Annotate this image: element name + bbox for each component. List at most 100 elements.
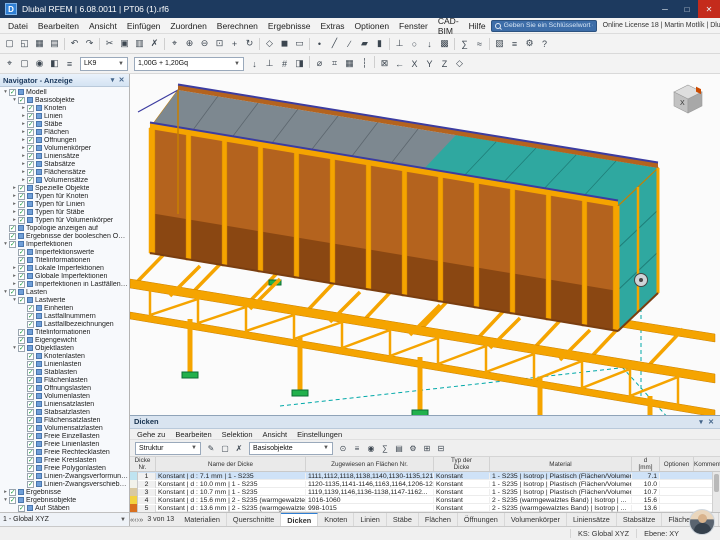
tree-item-stabsatzlasten[interactable]: ▸✓Stabsatzlasten bbox=[0, 408, 129, 416]
load-combination-description-select[interactable]: 1,00G + 1,20Gq▼ bbox=[134, 57, 244, 71]
zoom-window-icon[interactable]: ⊡ bbox=[212, 36, 227, 52]
checkbox-icon[interactable]: ✓ bbox=[27, 481, 34, 488]
maximize-button[interactable]: □ bbox=[676, 0, 698, 18]
filter-icon[interactable]: ≡ bbox=[62, 56, 77, 72]
show-loads-icon[interactable]: ↓ bbox=[247, 56, 262, 72]
table-tab-dicken[interactable]: Dicken bbox=[281, 513, 318, 526]
tree-item-objektlasten[interactable]: ▾✓Objektlasten bbox=[0, 344, 129, 352]
checkbox-icon[interactable]: ✓ bbox=[18, 185, 25, 192]
save-file-icon[interactable]: ▦ bbox=[32, 36, 47, 52]
menu-optionen[interactable]: Optionen bbox=[350, 18, 395, 33]
tree-item-lasten[interactable]: ▾✓Lasten bbox=[0, 288, 129, 296]
menu-ergebnisse[interactable]: Ergebnisse bbox=[263, 18, 316, 33]
table-tab-knoten[interactable]: Knoten bbox=[318, 513, 354, 526]
table-settings-icon[interactable]: ⚙ bbox=[406, 441, 420, 455]
cut-icon[interactable]: ✂ bbox=[102, 36, 117, 52]
tree-item-freie-einzellasten[interactable]: ▸✓Freie Einzellasten bbox=[0, 432, 129, 440]
member-icon[interactable]: ∕ bbox=[342, 36, 357, 52]
coordinate-system-select[interactable]: 1 - Global XYZ▼ bbox=[0, 512, 130, 526]
sum-icon[interactable]: ∑ bbox=[378, 441, 392, 455]
new-file-icon[interactable]: ▢ bbox=[2, 36, 17, 52]
tree-item-imperfektionen-in-lastf-llen-und-kombinat[interactable]: ▸✓Imperfektionen in Lastfällen und Kombi… bbox=[0, 280, 129, 288]
expand-open-icon[interactable]: ▾ bbox=[2, 89, 9, 95]
checkbox-icon[interactable]: ✓ bbox=[18, 281, 25, 288]
checkbox-icon[interactable]: ✓ bbox=[9, 225, 16, 232]
display-panel-icon[interactable]: ◨ bbox=[292, 56, 307, 72]
expand-open-icon[interactable]: ▾ bbox=[11, 97, 18, 103]
checkbox-icon[interactable]: ✓ bbox=[27, 393, 34, 400]
expand-closed-icon[interactable]: ▸ bbox=[11, 281, 18, 287]
checkbox-icon[interactable]: ✓ bbox=[27, 409, 34, 416]
expand-closed-icon[interactable]: ▸ bbox=[11, 185, 18, 191]
checkbox-icon[interactable]: ✓ bbox=[27, 449, 34, 456]
tables-icon[interactable]: ▧ bbox=[492, 36, 507, 52]
view-y-icon[interactable]: Y bbox=[422, 56, 437, 72]
calculate-icon[interactable]: ∑ bbox=[457, 36, 472, 52]
checkbox-icon[interactable]: ✓ bbox=[27, 401, 34, 408]
close-icon[interactable]: ✕ bbox=[706, 418, 716, 426]
checkbox-icon[interactable]: ✓ bbox=[18, 249, 25, 256]
checkbox-icon[interactable]: ✓ bbox=[27, 153, 34, 160]
search-table-icon[interactable]: ⊙ bbox=[336, 441, 350, 455]
tree-item-typen-f-r-knoten[interactable]: ▸✓Typen für Knoten bbox=[0, 192, 129, 200]
dicken-menu-gehe-zu[interactable]: Gehe zu bbox=[132, 429, 170, 440]
tree-item-liniens-tze[interactable]: ▸✓Liniensätze bbox=[0, 152, 129, 160]
menu-zuordnen[interactable]: Zuordnen bbox=[165, 18, 211, 33]
pin-icon[interactable]: ▾ bbox=[696, 418, 706, 426]
checkbox-icon[interactable]: ✓ bbox=[18, 337, 25, 344]
previous-view-icon[interactable]: ← bbox=[392, 56, 407, 72]
base-objects-select[interactable]: Basisobjekte▼ bbox=[249, 442, 333, 455]
redo-icon[interactable]: ↷ bbox=[82, 36, 97, 52]
checkbox-icon[interactable]: ✓ bbox=[27, 465, 34, 472]
tree-item-volumenk-rper[interactable]: ▸✓Volumenkörper bbox=[0, 144, 129, 152]
zoom-out-icon[interactable]: ⊖ bbox=[197, 36, 212, 52]
checkbox-icon[interactable]: ✓ bbox=[27, 377, 34, 384]
checkbox-icon[interactable]: ✓ bbox=[18, 209, 25, 216]
table-tab-volumenk-rper[interactable]: Volumenkörper bbox=[505, 513, 567, 526]
checkbox-icon[interactable]: ✓ bbox=[27, 177, 34, 184]
expand-closed-icon[interactable]: ▸ bbox=[20, 129, 27, 135]
line-icon[interactable]: ╱ bbox=[327, 36, 342, 52]
checkbox-icon[interactable]: ✓ bbox=[18, 257, 25, 264]
view-x-icon[interactable]: X bbox=[407, 56, 422, 72]
checkbox-icon[interactable]: ✓ bbox=[27, 353, 34, 360]
wireframe-mode-icon[interactable]: ▭ bbox=[292, 36, 307, 52]
dicken-menu-einstellungen[interactable]: Einstellungen bbox=[292, 429, 347, 440]
checkbox-icon[interactable]: ✓ bbox=[9, 489, 16, 496]
checkbox-icon[interactable]: ✓ bbox=[18, 273, 25, 280]
checkbox-icon[interactable]: ✓ bbox=[18, 217, 25, 224]
close-button[interactable]: ✕ bbox=[698, 0, 720, 18]
measure-icon[interactable]: ⌀ bbox=[312, 56, 327, 72]
tree-item-spezielle-objekte[interactable]: ▸✓Spezielle Objekte bbox=[0, 184, 129, 192]
tree-item-knoten[interactable]: ▸✓Knoten bbox=[0, 104, 129, 112]
tree-item-imperfektionswerte[interactable]: ▸✓Imperfektionswerte bbox=[0, 248, 129, 256]
tree-item-typen-f-r-linien[interactable]: ▸✓Typen für Linien bbox=[0, 200, 129, 208]
user-avatar[interactable] bbox=[689, 509, 715, 535]
checkbox-icon[interactable]: ✓ bbox=[27, 145, 34, 152]
expand-open-icon[interactable]: ▾ bbox=[2, 241, 9, 247]
rotate-view-icon[interactable]: ↻ bbox=[242, 36, 257, 52]
view-z-icon[interactable]: Z bbox=[437, 56, 452, 72]
tree-item-imperfektionen[interactable]: ▾✓Imperfektionen bbox=[0, 240, 129, 248]
expand-closed-icon[interactable]: ▸ bbox=[11, 201, 18, 207]
collapse-all-icon[interactable]: ⊟ bbox=[434, 441, 448, 455]
expand-all-icon[interactable]: ⊞ bbox=[420, 441, 434, 455]
print-icon[interactable]: ▤ bbox=[47, 36, 62, 52]
visibility-table-icon[interactable]: ◉ bbox=[364, 441, 378, 455]
checkbox-icon[interactable]: ✓ bbox=[27, 313, 34, 320]
table-row[interactable]: 4Konstant | d : 15.6 mm | 2 - S235 (warm… bbox=[130, 496, 720, 504]
hinge-icon[interactable]: ○ bbox=[407, 36, 422, 52]
table-tab-stabs-tze[interactable]: Stabsätze bbox=[617, 513, 662, 526]
table-row[interactable]: 1Konstant | d : 7.1 mm | 1 - S2351111,11… bbox=[130, 472, 720, 480]
checkbox-icon[interactable]: ✓ bbox=[27, 417, 34, 424]
checkbox-icon[interactable]: ✓ bbox=[9, 241, 16, 248]
checkbox-icon[interactable]: ✓ bbox=[27, 385, 34, 392]
table-tab-st-be[interactable]: Stäbe bbox=[387, 513, 419, 526]
checkbox-icon[interactable]: ✓ bbox=[18, 265, 25, 272]
copy-icon[interactable]: ▣ bbox=[117, 36, 132, 52]
checkbox-icon[interactable]: ✓ bbox=[27, 161, 34, 168]
filter-table-icon[interactable]: ≡ bbox=[350, 441, 364, 455]
checkbox-icon[interactable]: ✓ bbox=[18, 345, 25, 352]
tree-item-auf-st-ben[interactable]: ▸✓Auf Stäben bbox=[0, 504, 129, 512]
checkbox-icon[interactable]: ✓ bbox=[18, 505, 25, 512]
